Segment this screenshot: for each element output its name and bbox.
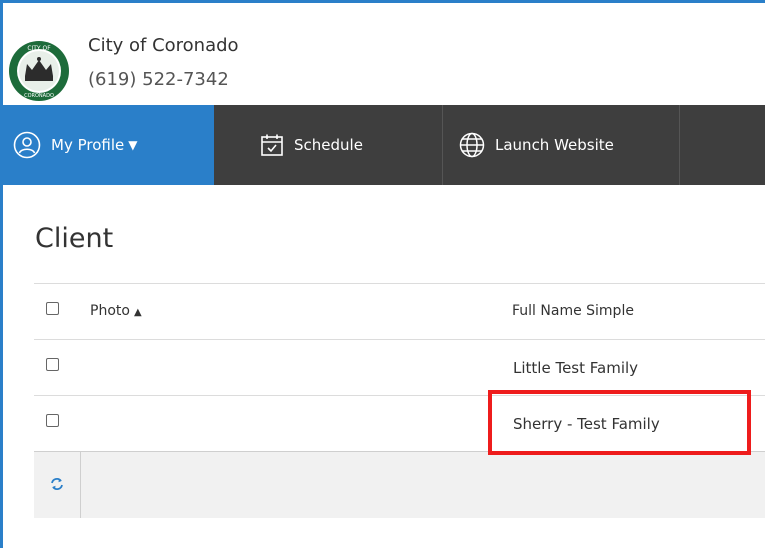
row-checkbox[interactable] xyxy=(46,358,59,371)
refresh-button[interactable] xyxy=(34,452,81,518)
chevron-down-icon: ▼ xyxy=(128,138,138,152)
header: CITY OF CORONADO City of Coronado (619) … xyxy=(3,3,765,105)
nav-launch-website[interactable]: Launch Website xyxy=(443,105,680,185)
nav-my-profile[interactable]: My Profile ▼ xyxy=(3,105,214,185)
row-checkbox[interactable] xyxy=(46,414,59,427)
page-title: Client xyxy=(35,223,114,255)
grid-footer xyxy=(34,451,765,518)
sort-ascending-icon: ▲ xyxy=(133,307,142,318)
svg-text:CORONADO: CORONADO xyxy=(24,93,54,99)
cell-full-name: Little Test Family xyxy=(513,359,639,377)
nav-my-profile-label: My Profile xyxy=(51,136,125,154)
highlight-annotation-box xyxy=(488,390,751,455)
nav-launch-website-label: Launch Website xyxy=(495,136,614,154)
refresh-icon xyxy=(50,476,64,495)
svg-text:CITY OF: CITY OF xyxy=(27,45,51,52)
city-seal-logo: CITY OF CORONADO xyxy=(9,41,69,101)
select-all-checkbox[interactable] xyxy=(46,302,59,315)
table-header-row: Photo ▲ Full Name Simple xyxy=(34,283,765,339)
user-circle-icon xyxy=(13,131,41,159)
column-header-photo[interactable]: Photo ▲ xyxy=(90,303,142,319)
table-row[interactable]: Little Test Family xyxy=(34,339,765,395)
column-header-photo-label: Photo xyxy=(90,303,130,319)
column-header-full-name[interactable]: Full Name Simple xyxy=(512,303,634,319)
calendar-check-icon xyxy=(260,133,284,157)
main-navbar: My Profile ▼ Schedule Launch Website xyxy=(3,105,765,185)
app-frame: CITY OF CORONADO City of Coronado (619) … xyxy=(0,0,765,548)
nav-schedule[interactable]: Schedule xyxy=(214,105,443,185)
organization-phone: (619) 522-7342 xyxy=(88,69,229,90)
globe-icon xyxy=(459,132,485,158)
organization-name: City of Coronado xyxy=(88,35,239,56)
nav-schedule-label: Schedule xyxy=(294,136,363,154)
